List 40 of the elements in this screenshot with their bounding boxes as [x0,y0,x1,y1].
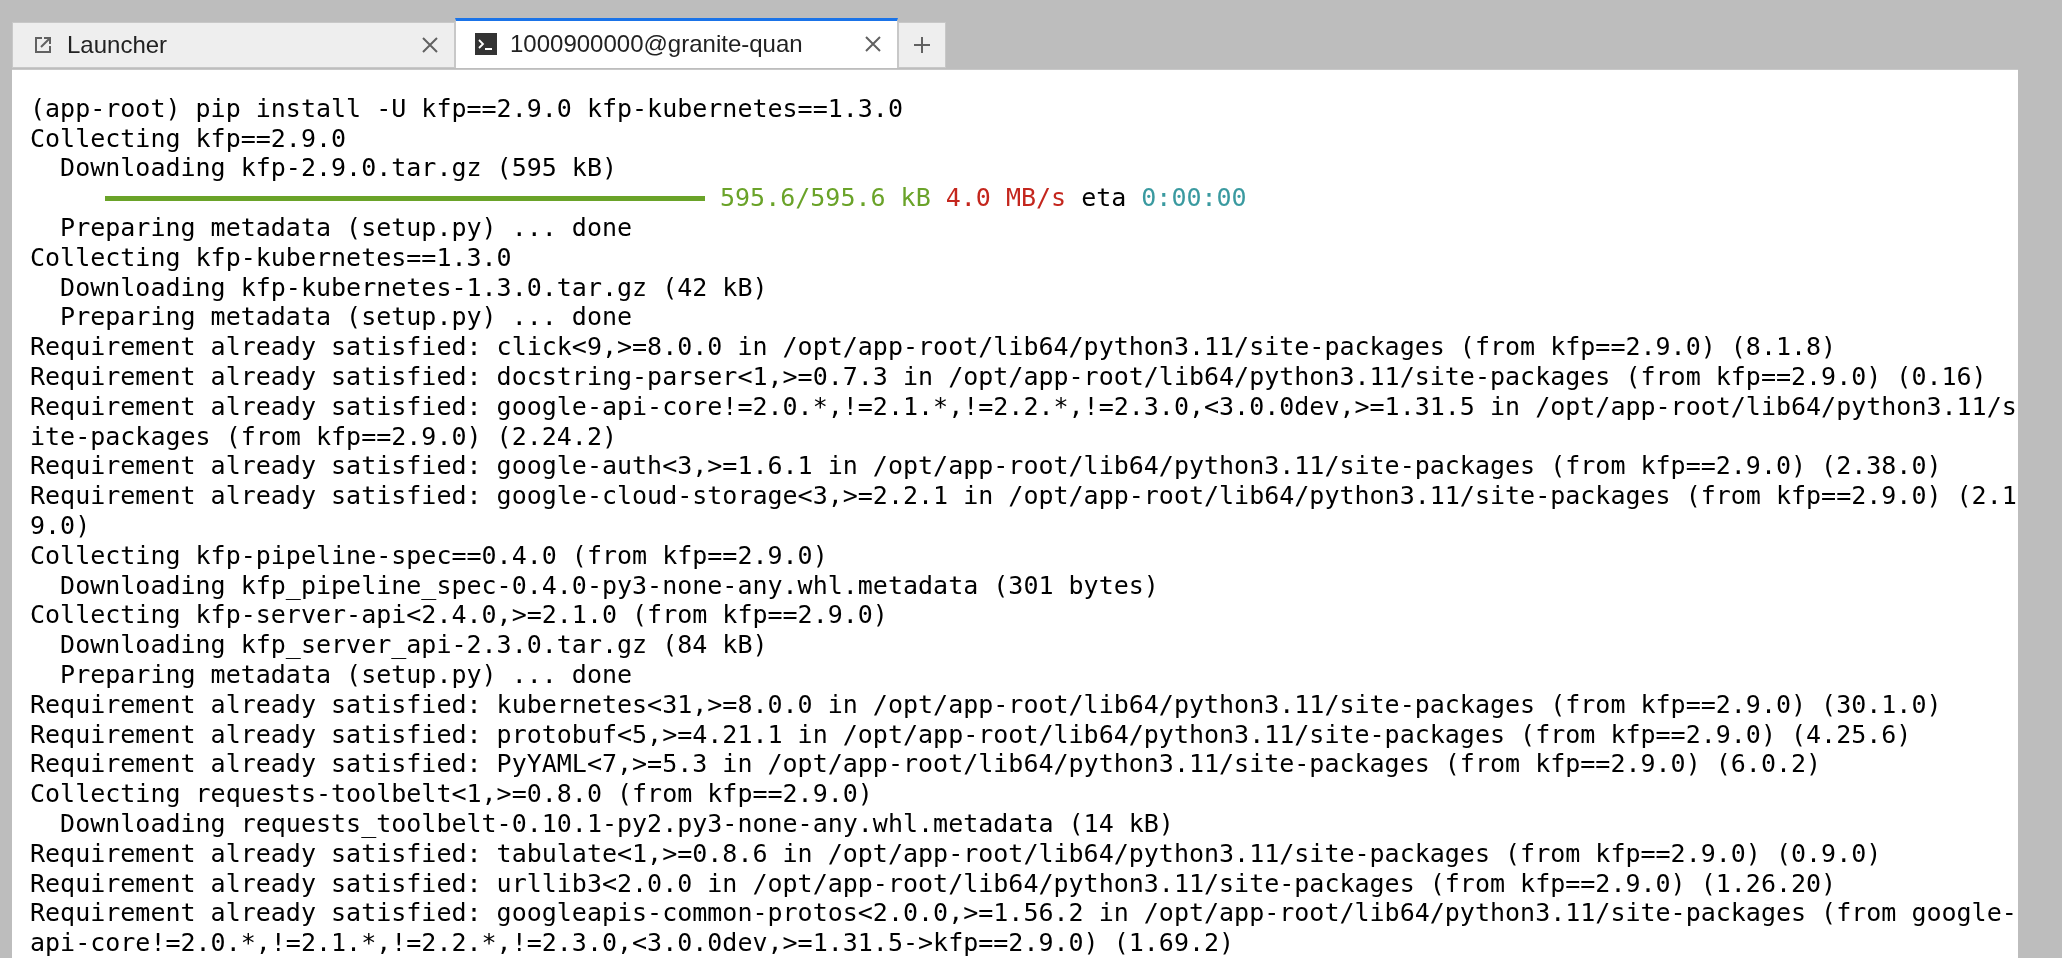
terminal-line: Collecting kfp-server-api<2.4.0,>=2.1.0 (from kfp==2.9.0) [30,600,888,631]
eta-time: 0:00:00 [1141,183,1247,214]
tab[interactable]: 1000900000@granite-quan [455,17,898,68]
terminal-line: Downloading requests_toolbelt-0.10.1-py2.py3-none-any.whl.metadata (14 kB) [59,809,1174,839]
terminal-line: Collecting kfp-pipeline-spec==0.4.0 (from kfp==2.9.0) [30,540,828,571]
tab-label: Launcher [67,30,169,59]
terminal-line: Requirement already satisfied: click<9,>=8.0.0 in /opt/app-root/lib64/python3.11/site-packages (from kfp==2.9.0) (8.1.8) [30,332,1837,363]
terminal-line: 9.0) [30,511,91,541]
terminal-line: Requirement already satisfied: google-api-core!=2.0.*,!=2.1.*,!=2.2.*,!=2.3.0,<3.0.0dev,>=1.31.5 in /opt/app-root/lib64/python3.11/s [30,391,2017,422]
terminal-line: Downloading kfp_pipeline_spec-0.4.0-py3-none-any.whl.metadata (301 bytes) [59,570,1159,601]
terminal-line: Requirement already satisfied: protobuf<5,>=4.21.1 in /opt/app-root/lib64/python3.11/site-packages (from kfp==2.9.0) (4.25.6) [30,719,1912,750]
close-icon[interactable] [420,34,440,55]
terminal-icon [474,32,498,57]
terminal-line: Requirement already satisfied: kubernetes<31,>=8.0.0 in /opt/app-root/lib64/python3.11/site-packages (from kfp==2.9.0) (30.1.0) [30,689,1942,720]
terminal-line: ite-packages (from kfp==2.9.0) (2.24.2) [30,421,617,452]
terminal-line: Requirement already satisfied: google-cloud-storage<3,>=2.2.1 in /opt/app-root/lib64/python3.11/site-packages (from kfp==2.9.0) (2.1 [30,481,2017,512]
terminal-line: Collecting kfp==2.9.0 [30,123,347,154]
terminal-line: Preparing metadata (setup.py) ... done [59,660,633,690]
terminal-line: Requirement already satisfied: docstring-parser<1,>=0.7.3 in /opt/app-root/lib64/python3.11/site-packages (from kfp==2.9.0) (0.16) [30,362,1987,392]
download-speed: 4.0 MB/s [945,183,1067,214]
terminal-line: Requirement already satisfied: googleapis-common-protos<2.0.0,>=1.56.2 in /opt/app-root/lib64/python3.11/site-packages (from google- [30,898,2017,929]
progress-amount: 595.6/595.6 kB [720,183,931,214]
terminal-line: Requirement already satisfied: google-auth<3,>=1.6.1 in /opt/app-root/lib64/python3.11/site-packages (from kfp==2.9.0) (2.38.0) [30,451,1942,482]
tab[interactable]: Launcher [12,21,455,68]
terminal-line: api-core!=2.0.*,!=2.1.*,!=2.2.*,!=2.3.0,<3.0.0dev,>=1.31.5->kfp==2.9.0) (1.69.2) [30,928,1235,958]
terminal-line: Downloading kfp-2.9.0.tar.gz (595 kB) [59,153,617,184]
plus-icon [912,34,932,55]
terminal-line: Downloading kfp_server_api-2.3.0.tar.gz (84 kB) [59,630,768,661]
terminal-line: Collecting requests-toolbelt<1,>=0.8.0 (from kfp==2.9.0) [30,779,873,809]
tab-label: 1000900000@granite-quan [510,30,804,59]
new-tab-button[interactable] [898,21,946,68]
terminal-line: Downloading kfp-kubernetes-1.3.0.tar.gz (42 kB) [59,272,768,303]
terminal-line: Requirement already satisfied: tabulate<1,>=0.8.6 in /opt/app-root/lib64/python3.11/site-packages (from kfp==2.9.0) (0.9.0) [30,838,1882,869]
terminal-line: Preparing metadata (setup.py) ... done [59,302,633,333]
terminal-line: Preparing metadata (setup.py) ... done [59,213,633,243]
terminal-line: Collecting kfp-kubernetes==1.3.0 [30,242,512,273]
terminal-line: Requirement already satisfied: PyYAML<7,>=5.3 in /opt/app-root/lib64/python3.11/site-packages (from kfp==2.9.0) (6.0.2) [30,749,1822,780]
eta-label: eta [1081,183,1127,214]
terminal-line: (app-root) pip install -U kfp==2.9.0 kfp-kubernetes==1.3.0 [30,93,903,124]
terminal-line: Requirement already satisfied: urllib3<2.0.0 in /opt/app-root/lib64/python3.11/site-packages (from kfp==2.9.0) (1.26.20) [30,868,1837,899]
